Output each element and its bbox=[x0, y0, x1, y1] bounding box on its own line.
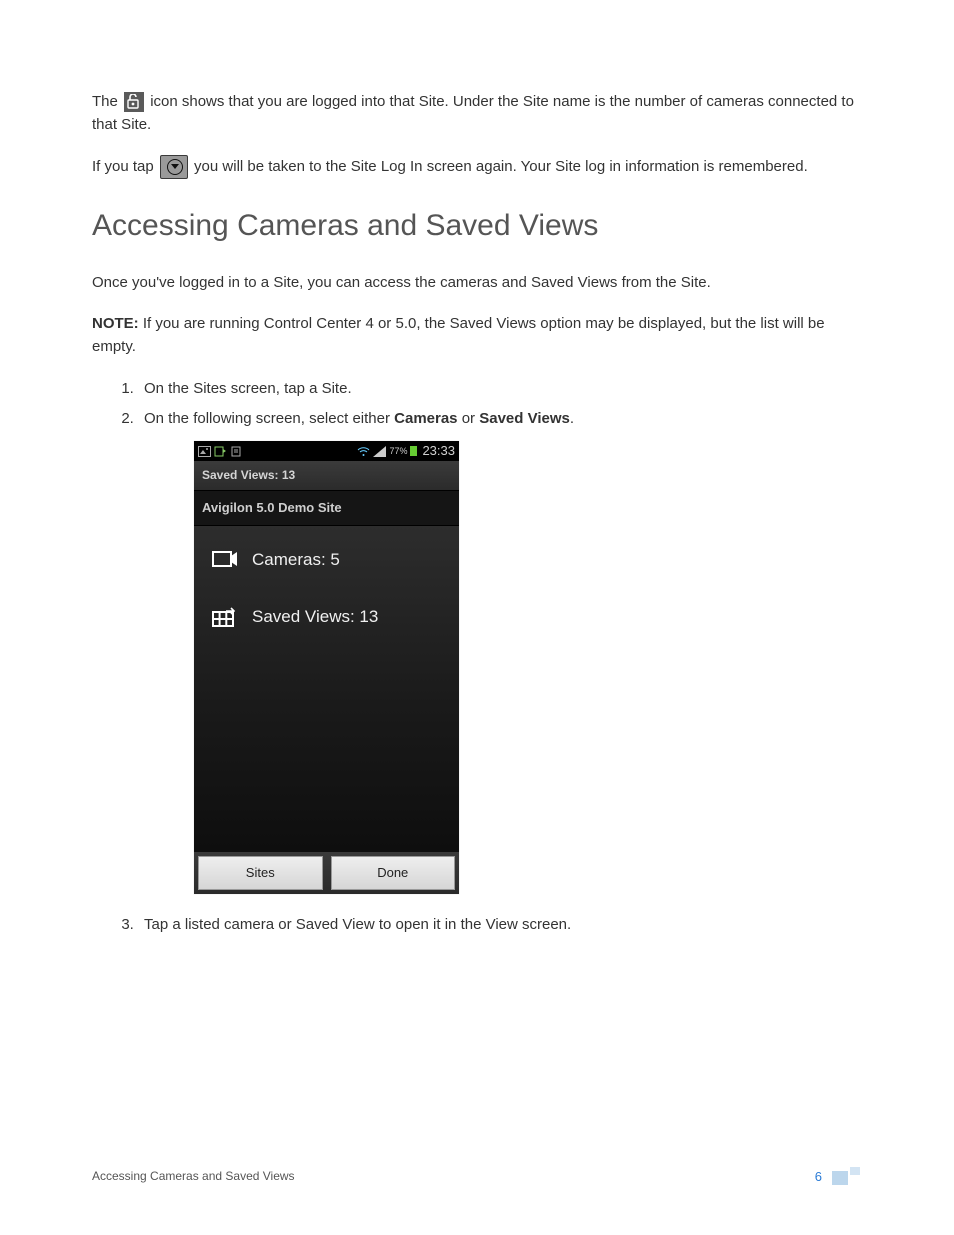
step-1: On the Sites screen, tap a Site. bbox=[138, 376, 862, 402]
picture-icon bbox=[198, 446, 211, 457]
doc-icon bbox=[230, 446, 243, 457]
menu-item-label: Saved Views: 13 bbox=[252, 603, 378, 632]
note-text: If you are running Control Center 4 or 5… bbox=[92, 315, 825, 355]
paragraph-logged-in: The icon shows that you are logged into … bbox=[92, 90, 862, 137]
menu-item-label: Cameras: 5 bbox=[252, 546, 340, 575]
phone-subtitle: Avigilon 5.0 Demo Site bbox=[194, 491, 459, 526]
camera-icon bbox=[212, 549, 238, 571]
text: . bbox=[570, 410, 574, 427]
text: icon shows that you are logged into that… bbox=[92, 93, 854, 133]
phone-statusbar: 77% 23:33 bbox=[194, 441, 459, 461]
footer-logo bbox=[832, 1167, 862, 1185]
section-heading: Accessing Cameras and Saved Views bbox=[92, 209, 862, 243]
text-cameras: Cameras bbox=[394, 410, 457, 427]
status-time: 23:33 bbox=[422, 440, 455, 462]
menu-item-cameras[interactable]: Cameras: 5 bbox=[194, 532, 459, 589]
dropdown-icon bbox=[160, 155, 188, 179]
paragraph-intro: Once you've logged in to a Site, you can… bbox=[92, 271, 862, 294]
phone-screenshot: 77% 23:33 Saved Views: 13 Avigilon 5.0 D… bbox=[194, 441, 459, 893]
text: If you tap bbox=[92, 158, 158, 175]
paragraph-tap-dropdown: If you tap you will be taken to the Site… bbox=[92, 155, 862, 179]
sites-button[interactable]: Sites bbox=[198, 856, 323, 890]
text: On the following screen, select either bbox=[144, 410, 394, 427]
phone-body: Cameras: 5 Saved Views: 13 bbox=[194, 526, 459, 852]
step-3: Tap a listed camera or Saved View to ope… bbox=[138, 912, 862, 938]
text: The bbox=[92, 93, 122, 110]
footer-title: Accessing Cameras and Saved Views bbox=[92, 1169, 295, 1183]
steps-list: On the Sites screen, tap a Site. On the … bbox=[92, 376, 862, 937]
battery-icon bbox=[410, 446, 417, 456]
phone-titlebar: Saved Views: 13 bbox=[194, 461, 459, 490]
signal-icon bbox=[373, 446, 386, 457]
battery-percent: 77% bbox=[389, 444, 407, 459]
unlock-icon bbox=[124, 92, 144, 112]
note-label: NOTE: bbox=[92, 315, 139, 332]
page-footer: Accessing Cameras and Saved Views 6 bbox=[92, 1167, 862, 1185]
step-2: On the following screen, select either C… bbox=[138, 406, 862, 894]
done-button[interactable]: Done bbox=[331, 856, 456, 890]
share-icon bbox=[214, 446, 227, 457]
grid-icon bbox=[212, 606, 238, 628]
wifi-icon bbox=[357, 446, 370, 457]
text-saved-views: Saved Views bbox=[479, 410, 570, 427]
menu-item-saved-views[interactable]: Saved Views: 13 bbox=[194, 589, 459, 646]
text: you will be taken to the Site Log In scr… bbox=[194, 158, 808, 175]
paragraph-note: NOTE: If you are running Control Center … bbox=[92, 312, 862, 359]
phone-bottom-bar: Sites Done bbox=[194, 852, 459, 894]
page-number: 6 bbox=[815, 1169, 832, 1184]
text: or bbox=[458, 410, 480, 427]
